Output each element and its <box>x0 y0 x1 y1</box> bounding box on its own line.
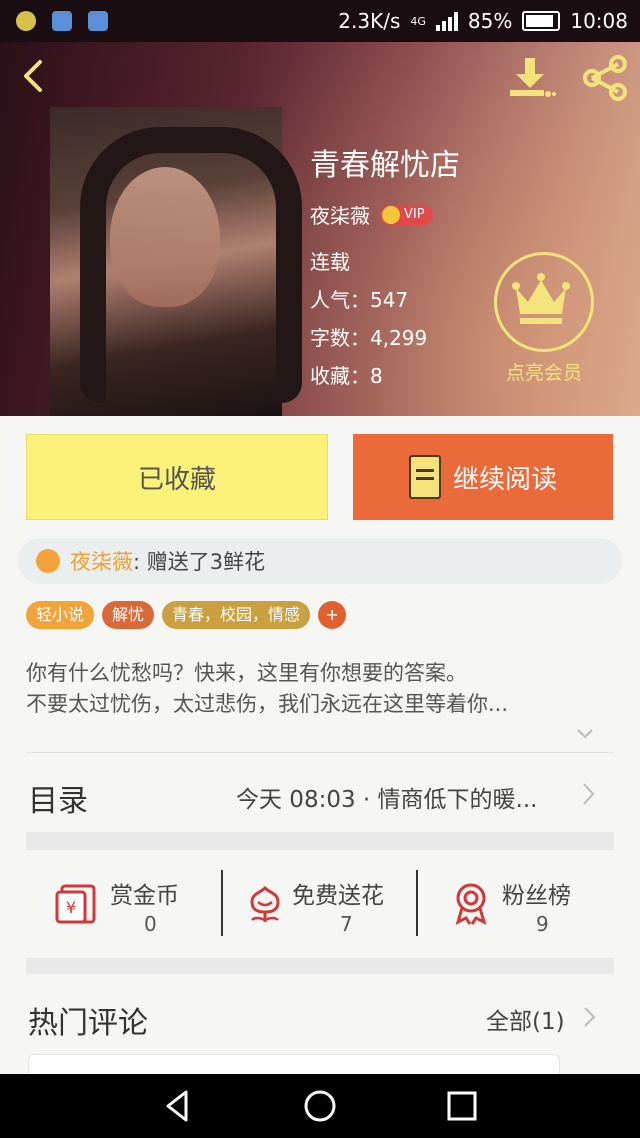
chevron-right-icon[interactable] <box>580 1004 598 1030</box>
book-icon <box>408 455 441 499</box>
section-gap <box>26 832 614 850</box>
fan-ranking-label: 粉丝榜 <box>502 883 571 909</box>
description-line: 你有什么忧愁吗？快来，这里有你想要的答案。 <box>26 661 467 685</box>
continue-reading-label: 继续阅读 <box>452 464 557 495</box>
favorited-button[interactable]: 已收藏 <box>26 434 328 520</box>
section-gap <box>26 958 614 974</box>
baidu-notification-icon-2 <box>88 11 108 31</box>
signal-icon <box>435 11 458 31</box>
author-row[interactable]: 夜柒薇 VIP <box>310 200 433 229</box>
app-notification-icon <box>16 11 36 31</box>
back-nav-icon[interactable] <box>160 1088 196 1124</box>
gift-user: 夜柒薇 <box>70 550 133 574</box>
hot-comments-title: 热门评论 <box>28 1006 148 1041</box>
tag-item[interactable]: 轻小说 <box>26 601 95 629</box>
tag-list: 轻小说 解忧 青春，校园，情感 + <box>26 601 347 629</box>
crown-icon <box>512 273 570 324</box>
fan-ranking-value: 9 <box>536 912 549 936</box>
book-header: 青春解忧店 夜柒薇 VIP 连载 人气：547 字数：4,299 收藏：8 点亮… <box>0 42 640 416</box>
home-nav-icon[interactable] <box>302 1088 338 1124</box>
free-flower-value: 7 <box>340 912 353 936</box>
red-envelope-icon: ¥ <box>55 884 96 924</box>
latest-chapter: 今天 08:03 · 情商低下的暖... <box>236 787 538 813</box>
toc-row[interactable]: 目录 今天 08:03 · 情商低下的暖... <box>0 754 640 832</box>
vip-promo-label: 点亮会员 <box>505 362 582 384</box>
clock: 10:08 <box>570 9 628 33</box>
svg-text:¥: ¥ <box>66 898 76 917</box>
divider <box>26 752 614 753</box>
book-cover-image[interactable] <box>50 107 302 416</box>
system-nav-bar <box>0 1074 640 1138</box>
share-icon[interactable] <box>580 54 630 102</box>
add-tag-button[interactable]: + <box>318 601 347 629</box>
popularity: 人气：547 <box>310 288 409 312</box>
chevron-down-icon[interactable] <box>575 724 595 744</box>
flower-icon <box>250 886 280 922</box>
tag-item[interactable]: 青春，校园，情感 <box>162 601 311 629</box>
network-type: 4G <box>410 14 426 28</box>
gift-text: : 赠送了3鲜花 <box>133 550 266 574</box>
word-count: 字数：4,299 <box>310 326 428 350</box>
all-comments-link[interactable]: 全部(1) <box>486 1002 565 1036</box>
vip-promo-button[interactable]: 点亮会员 <box>493 252 595 385</box>
flower-icon <box>36 549 60 573</box>
toc-label: 目录 <box>28 784 88 819</box>
reward-coins-label: 赏金币 <box>110 883 179 909</box>
gift-ticker[interactable]: 夜柒薇 : 赠送了3鲜花 <box>18 538 622 584</box>
reward-coins-value: 0 <box>144 912 157 936</box>
medal-icon <box>455 883 487 925</box>
book-title: 青春解忧店 <box>310 148 460 183</box>
network-speed: 2.3K/s <box>338 9 401 33</box>
crown-icon <box>382 205 400 224</box>
baidu-notification-icon <box>52 11 72 31</box>
description-line: 不要太过忧伤，太过悲伤，我们永远在这里等着你... <box>26 692 509 716</box>
favorite-count: 收藏：8 <box>310 364 383 388</box>
tag-item[interactable]: 解忧 <box>102 601 155 629</box>
divider <box>221 870 223 936</box>
chevron-right-icon <box>583 783 595 805</box>
download-icon[interactable] <box>506 54 556 102</box>
engagement-stats: ¥ 赏金币 0 免费送花 7 粉丝榜 9 <box>0 850 640 956</box>
recents-nav-icon[interactable] <box>444 1088 480 1124</box>
free-flower-label: 免费送花 <box>292 883 384 909</box>
status-bar: 2.3K/s 4G 85% 10:08 <box>0 0 640 42</box>
vip-label: VIP <box>404 207 425 222</box>
back-icon[interactable] <box>14 56 54 96</box>
serial-status: 连载 <box>310 250 350 274</box>
author-name[interactable]: 夜柒薇 <box>310 200 370 229</box>
vip-badge: VIP <box>380 204 433 225</box>
divider <box>416 870 418 936</box>
book-description[interactable]: 你有什么忧愁吗？快来，这里有你想要的答案。 不要太过忧伤，太过悲伤，我们永远在这… <box>26 658 616 720</box>
battery-icon <box>522 11 561 31</box>
continue-reading-button[interactable]: 继续阅读 <box>353 434 613 520</box>
battery-percent: 85% <box>467 9 513 33</box>
